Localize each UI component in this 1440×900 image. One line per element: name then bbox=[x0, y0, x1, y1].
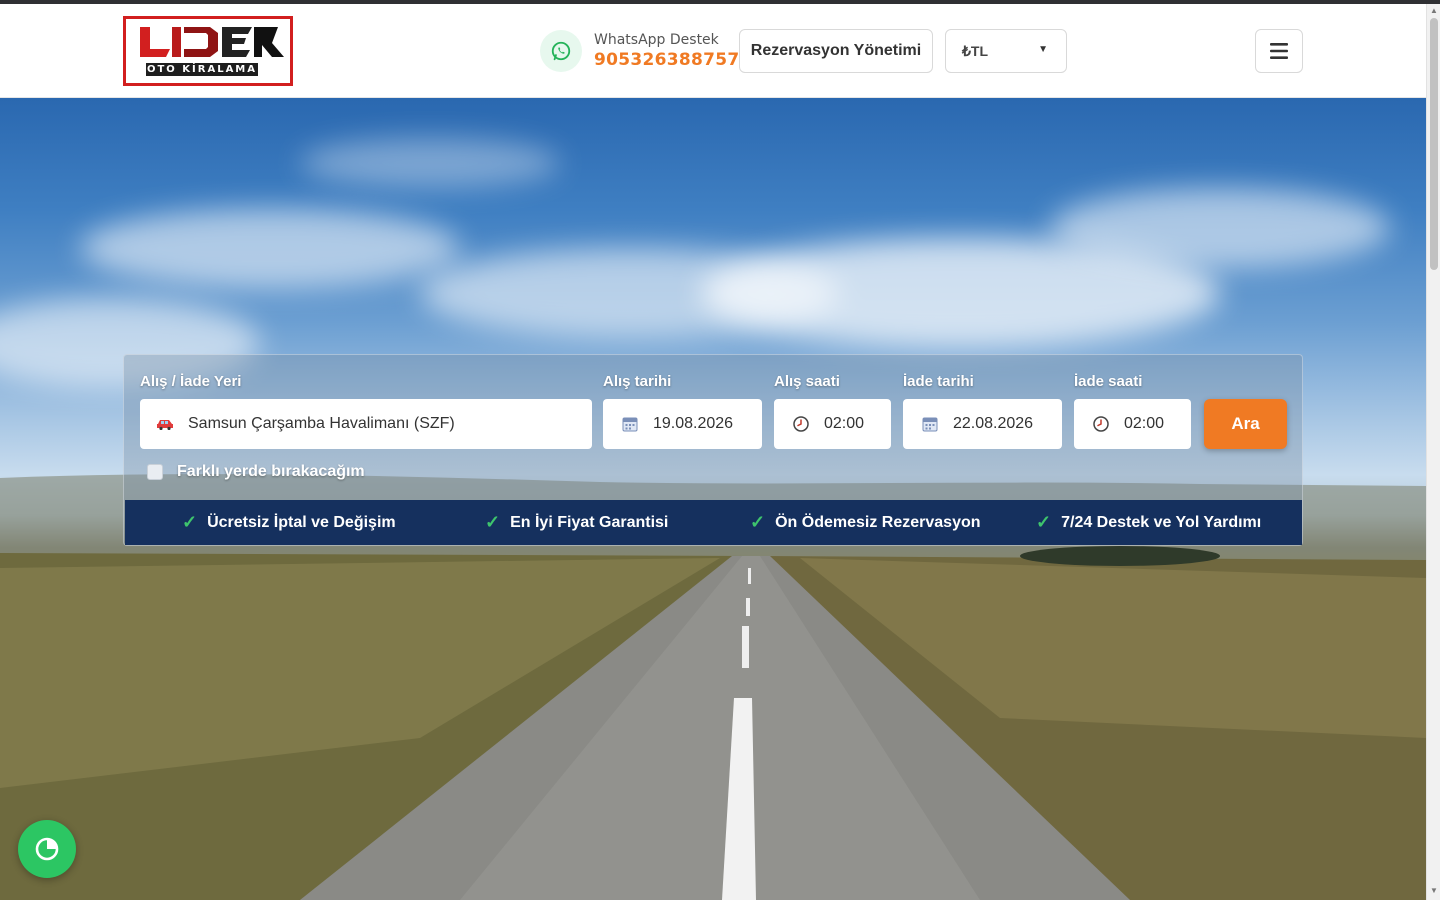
pickup-date-field[interactable]: 19.08.2026 bbox=[603, 399, 762, 449]
currency-value: ₺TL bbox=[962, 42, 989, 59]
feature-label: Ücretsiz İptal ve Değişim bbox=[207, 513, 396, 531]
clock-icon bbox=[1092, 415, 1110, 433]
whatsapp-icon[interactable] bbox=[540, 30, 582, 72]
checkmark-icon: ✓ bbox=[1036, 512, 1052, 532]
feature-label: 7/24 Destek ve Yol Yardımı bbox=[1061, 513, 1262, 531]
checkmark-icon: ✓ bbox=[182, 512, 198, 532]
reservation-management-button[interactable]: Rezervasyon Yönetimi bbox=[739, 29, 933, 73]
location-field[interactable]: Samsun Çarşamba Havalimanı (SZF) bbox=[140, 399, 592, 449]
pickup-date-value: 19.08.2026 bbox=[653, 415, 734, 432]
different-dropoff-label[interactable]: Farklı yerde bırakacağım bbox=[177, 463, 365, 481]
scrollbar-thumb[interactable] bbox=[1430, 18, 1438, 270]
car-icon bbox=[156, 415, 174, 433]
feature-label: En İyi Fiyat Garantisi bbox=[510, 513, 669, 531]
pickup-time-field[interactable]: 02:00 bbox=[774, 399, 891, 449]
features-bar: ✓ Ücretsiz İptal ve Değişim ✓ En İyi Fiy… bbox=[125, 500, 1302, 545]
feature-item: ✓ Ücretsiz İptal ve Değişim bbox=[182, 500, 396, 545]
search-panel: Alış / İade Yeri Samsun Çarşamba Havalim… bbox=[123, 354, 1303, 546]
logo-subtitle: OTO KİRALAMA bbox=[146, 63, 258, 76]
different-dropoff-checkbox[interactable] bbox=[147, 464, 163, 480]
calendar-icon bbox=[921, 415, 939, 433]
scroll-up-arrow-icon[interactable]: ▲ bbox=[1430, 6, 1438, 16]
whatsapp-label: WhatsApp Destek bbox=[594, 32, 719, 48]
clock-icon bbox=[792, 415, 810, 433]
return-time-value: 02:00 bbox=[1124, 415, 1165, 432]
feature-item: ✓ 7/24 Destek ve Yol Yardımı bbox=[1036, 500, 1261, 545]
checkmark-icon: ✓ bbox=[750, 512, 766, 532]
return-date-label: İade tarihi bbox=[903, 373, 974, 390]
site-header: OTO KİRALAMA WhatsApp Destek 90532638875… bbox=[0, 4, 1426, 98]
feature-label: Ön Ödemesiz Rezervasyon bbox=[775, 513, 981, 531]
return-time-field[interactable]: 02:00 bbox=[1074, 399, 1191, 449]
location-value: Samsun Çarşamba Havalimanı (SZF) bbox=[188, 415, 455, 432]
chat-icon bbox=[35, 837, 59, 861]
feature-item: ✓ Ön Ödemesiz Rezervasyon bbox=[750, 500, 981, 545]
menu-button[interactable] bbox=[1255, 29, 1303, 73]
whatsapp-phone[interactable]: 905326388757 bbox=[594, 50, 740, 70]
return-date-field[interactable]: 22.08.2026 bbox=[903, 399, 1062, 449]
scroll-down-arrow-icon[interactable]: ▼ bbox=[1430, 886, 1438, 896]
pickup-date-label: Alış tarihi bbox=[603, 373, 672, 390]
hero-section: Alış / İade Yeri Samsun Çarşamba Havalim… bbox=[0, 98, 1426, 900]
chevron-down-icon: ▼ bbox=[1038, 44, 1048, 55]
site-logo[interactable]: OTO KİRALAMA bbox=[123, 16, 293, 86]
chat-float-button[interactable] bbox=[18, 820, 76, 878]
location-label: Alış / İade Yeri bbox=[140, 373, 242, 390]
search-button[interactable]: Ara bbox=[1204, 399, 1287, 449]
page-scrollbar[interactable]: ▲ ▼ bbox=[1426, 4, 1440, 900]
different-dropoff-option[interactable]: Farklı yerde bırakacağım bbox=[147, 463, 365, 481]
return-date-value: 22.08.2026 bbox=[953, 415, 1034, 432]
pickup-time-label: Alış saati bbox=[774, 373, 840, 390]
currency-select[interactable]: ₺TL ▼ bbox=[945, 29, 1067, 73]
feature-item: ✓ En İyi Fiyat Garantisi bbox=[485, 500, 668, 545]
pickup-time-value: 02:00 bbox=[824, 415, 865, 432]
calendar-icon bbox=[621, 415, 639, 433]
return-time-label: İade saati bbox=[1074, 373, 1143, 390]
hamburger-icon bbox=[1270, 43, 1288, 59]
checkmark-icon: ✓ bbox=[485, 512, 501, 532]
